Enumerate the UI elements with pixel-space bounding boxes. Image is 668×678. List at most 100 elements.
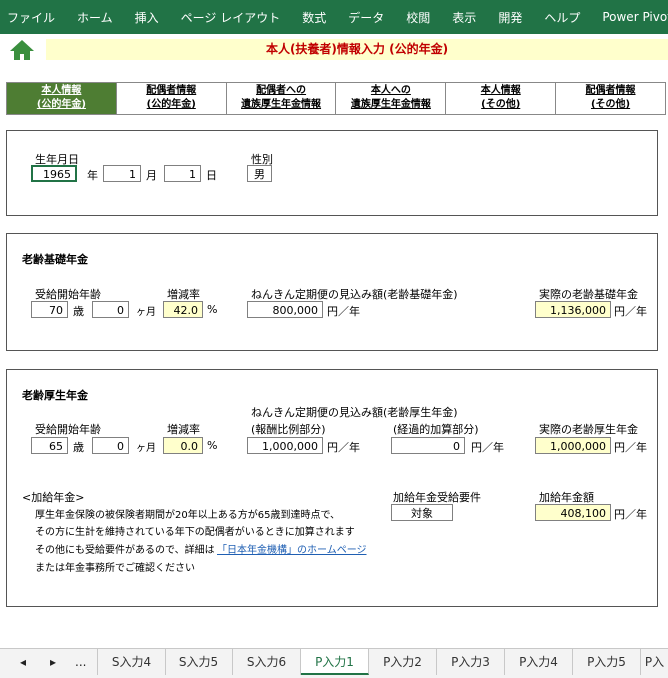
employee-months-input[interactable]: 0 [92,437,129,454]
tab-label-line1: 本人への [370,85,411,96]
tab-label-line2: (その他) [481,99,521,110]
expected-unit: 円／年 [327,305,360,318]
sheet-tab[interactable]: P入力2 [369,649,437,675]
ribbon-menu: ファイル ホーム 挿入 ページ レイアウト 数式 データ 校閲 表示 開発 ヘル… [0,0,668,34]
birth-month-input[interactable]: 1 [103,165,141,182]
ribbon-tab-power-pivot[interactable]: Power Pivot [591,10,668,24]
sheet-tab[interactable]: S入力4 [97,649,166,675]
kakyu-requirement-input[interactable]: 対象 [391,504,453,521]
tab-spouse-other[interactable]: 配偶者情報 (その他) [555,83,666,114]
nenkin-kiko-link[interactable]: 「日本年金機構」のホームページ [217,541,367,556]
kakyu-amount-unit: 円／年 [614,508,647,521]
hirei-input[interactable]: 1,000,000 [247,437,323,454]
year-unit: 年 [87,169,98,182]
ribbon-tab-file[interactable]: ファイル [0,9,66,26]
tab-label-line2: (公的年金) [36,99,86,110]
ribbon-tab-formulas[interactable]: 数式 [291,9,337,26]
tab-label-line2: 遺族厚生年金情報 [350,99,431,110]
basic-age-input[interactable]: 70 [31,301,68,318]
basic-pension-panel: 老齢基礎年金 受給開始年齢 70 歳 0 ヶ月 増減率 42.0 % ねんきん定… [6,233,658,351]
tab-label-line1: 配偶者情報 [146,85,197,96]
keika-input[interactable]: 0 [391,437,465,454]
tab-spouse-survivor-pension[interactable]: 配偶者への 遺族厚生年金情報 [225,83,336,114]
sheet-tab[interactable]: P入力4 [505,649,573,675]
kakyu-description-2: その方に生計を維持されている年下の配偶者がいるときに加算されます [35,527,355,538]
tab-self-survivor-pension[interactable]: 本人への 遺族厚生年金情報 [335,83,445,114]
rate-unit: % [207,439,218,452]
sheet-tab-active[interactable]: P入力1 [301,649,369,675]
ribbon-tab-data[interactable]: データ [337,9,395,26]
employee-rate-value: 0.0 [163,437,203,454]
kakyu-heading: <加給年金> [22,491,85,504]
months-unit: ヶ月 [136,307,156,318]
actual-label: 実際の老齢厚生年金 [539,423,638,436]
basic-months-input[interactable]: 0 [92,301,129,318]
kakyu-amount-value: 408,100 [535,504,611,521]
kakyu-description-3: その他にも受給要件があるので、詳細は [35,545,215,556]
actual-unit: 円／年 [614,441,647,454]
home-icon[interactable] [8,38,36,62]
ribbon-tab-page-layout[interactable]: ページ レイアウト [170,9,292,26]
kakyu-description-1: 厚生年金保険の被保険者期間が20年以上ある方が65歳到達時点で、 [35,510,341,521]
ribbon-tab-review[interactable]: 校閲 [395,9,441,26]
rate-label: 増減率 [167,423,200,436]
employee-age-input[interactable]: 65 [31,437,68,454]
tab-label-line1: 配偶者への [256,85,307,96]
age-unit: 歳 [73,305,84,318]
expected-label: ねんきん定期便の見込み額(老齢厚生年金) [251,406,458,419]
kakyu-amount-label: 加給年金額 [539,491,594,504]
employee-pension-heading: 老齢厚生年金 [22,389,88,402]
keika-unit: 円／年 [471,441,504,454]
sheet-tab[interactable]: P入 [641,649,668,675]
ribbon-tab-insert[interactable]: 挿入 [124,9,170,26]
rate-label: 増減率 [167,288,200,301]
section-tabs: 本人情報 (公的年金) 配偶者情報 (公的年金) 配偶者への 遺族厚生年金情報 … [6,82,666,115]
kakyu-requirement-label: 加給年金受給要件 [393,491,481,504]
sheet-tab[interactable]: P入力3 [437,649,505,675]
tab-spouse-public-pension[interactable]: 配偶者情報 (公的年金) [115,83,226,114]
tab-label-line1: 本人情報 [480,85,521,96]
gender-input[interactable]: 男 [247,165,272,182]
ribbon-tab-view[interactable]: 表示 [441,9,487,26]
employee-pension-panel: 老齢厚生年金 受給開始年齢 65 歳 0 ヶ月 増減率 0.0 % ねんきん定期… [6,369,658,607]
actual-label: 実際の老齢基礎年金 [539,288,638,301]
tab-label-line2: (公的年金) [146,99,196,110]
scroll-left-icon[interactable]: ◂ [20,655,26,669]
ribbon-tab-home[interactable]: ホーム [66,9,124,26]
rate-unit: % [207,303,218,316]
actual-unit: 円／年 [614,305,647,318]
basic-expected-input[interactable]: 800,000 [247,301,323,318]
scroll-right-icon[interactable]: ▸ [50,655,56,669]
start-age-label: 受給開始年齢 [35,423,101,436]
sheet-tab[interactable]: S入力5 [165,649,233,675]
tab-label-line1: 配偶者情報 [585,85,636,96]
basic-rate-value: 42.0 [163,301,203,318]
birth-day-input[interactable]: 1 [164,165,201,182]
title-bar: 本人(扶養者)情報入力 (公的年金) [6,37,668,63]
tab-label-line2: (その他) [590,99,631,110]
basic-pension-heading: 老齢基礎年金 [22,253,88,266]
tab-label-line2: 遺族厚生年金情報 [241,99,322,110]
ribbon-tab-help[interactable]: ヘルプ [533,9,591,26]
tab-label-line1: 本人情報 [41,85,82,96]
birth-panel: 生年月日 1965 年 1 月 1 日 性別 男 [6,130,658,216]
ribbon-tab-developer[interactable]: 開発 [487,9,533,26]
basic-actual-value: 1,136,000 [535,301,611,318]
tab-self-public-pension[interactable]: 本人情報 (公的年金) [6,83,116,114]
month-unit: 月 [146,169,157,182]
kakyu-description-4: または年金事務所でご確認ください [35,563,195,574]
hirei-label: (報酬比例部分) [251,423,326,436]
start-age-label: 受給開始年齢 [35,288,101,301]
hirei-unit: 円／年 [327,441,360,454]
sheet-tab[interactable]: S入力6 [233,649,301,675]
keika-label: (経過的加算部分) [393,423,479,436]
more-sheets-button[interactable]: ... [75,655,86,669]
age-unit: 歳 [73,441,84,454]
tab-self-other[interactable]: 本人情報 (その他) [445,83,555,114]
expected-label: ねんきん定期便の見込み額(老齢基礎年金) [251,288,458,301]
months-unit: ヶ月 [136,443,156,454]
sheet-tab[interactable]: P入力5 [573,649,641,675]
employee-actual-value: 1,000,000 [535,437,611,454]
day-unit: 日 [206,169,217,182]
birth-year-input[interactable]: 1965 [31,165,77,182]
